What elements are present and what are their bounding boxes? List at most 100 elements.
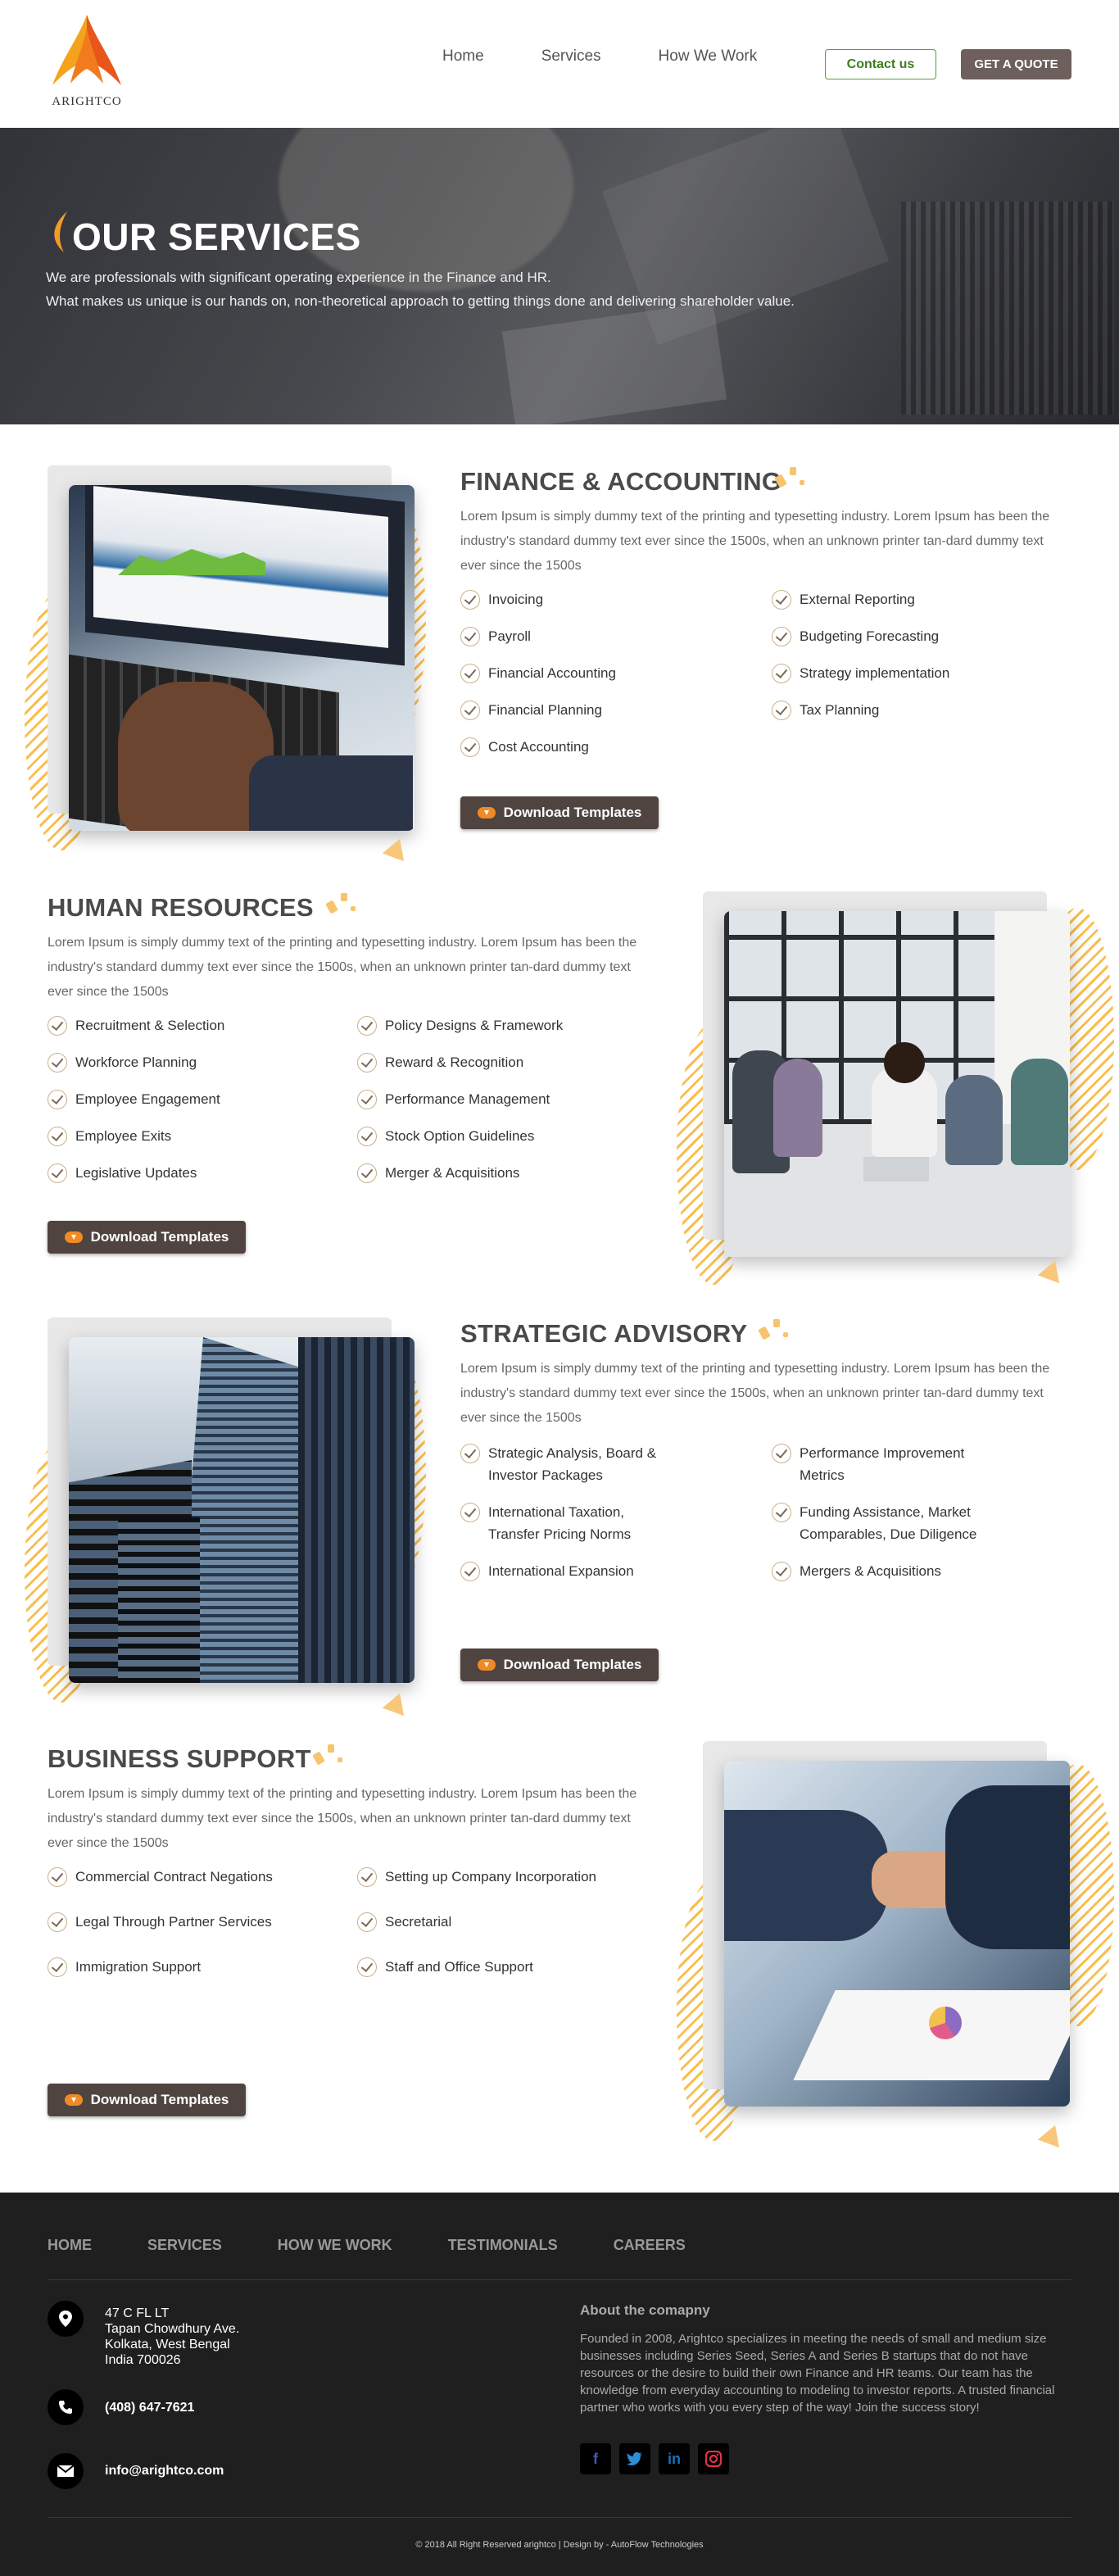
footer-phone[interactable]: (408) 647-7621 — [105, 2400, 194, 2415]
phone-icon — [48, 2389, 84, 2425]
hr-description: Lorem Ipsum is simply dummy text of the … — [48, 936, 637, 999]
list-item: Financial Planning — [460, 699, 772, 721]
check-icon — [357, 1127, 377, 1146]
list-item: Staff and Office Support — [357, 1956, 652, 1978]
list-item: International Taxation, Transfer Pricing… — [460, 1501, 772, 1545]
contact-us-button[interactable]: Contact us — [825, 49, 936, 79]
page-title: OUR SERVICES — [72, 215, 361, 258]
social-links: f in — [580, 2443, 737, 2474]
check-icon — [460, 1503, 480, 1522]
footer-nav-services[interactable]: SERVICES — [147, 2237, 222, 2254]
email-icon — [48, 2453, 84, 2489]
check-icon — [460, 627, 480, 646]
list-item: Employee Exits — [48, 1125, 357, 1147]
nav-services[interactable]: Services — [541, 48, 601, 66]
check-icon — [772, 627, 791, 646]
strategic-description: Lorem Ipsum is simply dummy text of the … — [460, 1362, 1050, 1425]
footer-address: 47 C FL LT Tapan Chowdhury Ave. Kolkata,… — [105, 2306, 240, 2367]
check-icon — [772, 1562, 791, 1581]
finance-image — [69, 485, 415, 831]
footer-nav-how-we-work[interactable]: HOW WE WORK — [278, 2237, 392, 2254]
check-icon — [48, 1127, 67, 1146]
about-text: Founded in 2008, Arightco specializes in… — [580, 2332, 1055, 2415]
footer-nav-home[interactable]: HOME — [48, 2237, 92, 2254]
check-icon — [357, 1090, 377, 1109]
business-description: Lorem Ipsum is simply dummy text of the … — [48, 1787, 637, 1850]
strategic-download-button[interactable]: Download Templates — [460, 1649, 659, 1681]
list-item: Budgeting Forecasting — [772, 625, 1067, 647]
swoosh-icon — [54, 211, 67, 252]
footer-nav-careers[interactable]: CAREERS — [614, 2237, 686, 2254]
check-icon — [772, 590, 791, 610]
check-icon — [357, 1957, 377, 1977]
finance-download-button[interactable]: Download Templates — [460, 796, 659, 829]
instagram-icon[interactable] — [698, 2443, 729, 2474]
cloud-download-icon — [477, 807, 496, 819]
list-item: Cost Accounting — [460, 736, 772, 758]
list-item: Workforce Planning — [48, 1051, 357, 1073]
get-quote-button[interactable]: GET A QUOTE — [961, 49, 1071, 79]
list-item: Strategic Analysis, Board & Investor Pac… — [460, 1442, 772, 1486]
check-icon — [772, 701, 791, 720]
cloud-download-icon — [477, 1659, 496, 1671]
list-item: Performance Management — [357, 1088, 652, 1110]
finance-list: Invoicing External Reporting Payroll Bud… — [460, 588, 1067, 758]
list-item: Financial Accounting — [460, 662, 772, 684]
hr-section: HUMAN RESOURCES Lorem Ipsum is simply du… — [0, 850, 1119, 1285]
twitter-icon[interactable] — [619, 2443, 650, 2474]
strategic-image — [69, 1337, 415, 1683]
list-item: Legislative Updates — [48, 1162, 357, 1184]
list-item: Immigration Support — [48, 1956, 357, 1978]
list-item: Secretarial — [357, 1911, 652, 1933]
finance-description: Lorem Ipsum is simply dummy text of the … — [460, 510, 1050, 573]
check-icon — [48, 1912, 67, 1932]
site-footer: HOME SERVICES HOW WE WORK TESTIMONIALS C… — [0, 2193, 1119, 2576]
logo-text: ARIGHTCO — [52, 95, 122, 108]
footer-email[interactable]: info@arightco.com — [105, 2463, 224, 2478]
footer-nav: HOME SERVICES HOW WE WORK TESTIMONIALS C… — [48, 2237, 741, 2254]
business-section: BUSINESS SUPPORT Lorem Ipsum is simply d… — [0, 1715, 1119, 2186]
list-item: Funding Assistance, Market Comparables, … — [772, 1501, 1058, 1545]
location-pin-icon — [48, 2301, 84, 2337]
list-item: Legal Through Partner Services — [48, 1911, 357, 1933]
hero-line-2: What makes us unique is our hands on, no… — [46, 293, 795, 309]
business-download-button[interactable]: Download Templates — [48, 2084, 246, 2116]
cloud-download-icon — [64, 2094, 83, 2106]
footer-nav-testimonials[interactable]: TESTIMONIALS — [448, 2237, 558, 2254]
hero-line-1: We are professionals with significant op… — [46, 270, 551, 285]
strategic-section: STRATEGIC ADVISORY Lorem Ipsum is simply… — [0, 1277, 1119, 1717]
list-item: Strategy implementation — [772, 662, 1067, 684]
check-icon — [460, 664, 480, 683]
list-item: International Expansion — [460, 1560, 772, 1582]
check-icon — [357, 1016, 377, 1036]
strategic-title: STRATEGIC ADVISORY — [460, 1319, 748, 1348]
business-list: Commercial Contract Negations Setting up… — [48, 1866, 652, 1978]
list-item: Merger & Acquisitions — [357, 1162, 652, 1184]
about-heading: About the comapny — [580, 2302, 710, 2318]
hero-description: We are professionals with significant op… — [46, 265, 795, 313]
flame-logo-icon — [52, 15, 121, 85]
check-icon — [357, 1163, 377, 1183]
list-item: Payroll — [460, 625, 772, 647]
list-item: Tax Planning — [772, 699, 1067, 721]
list-item: Reward & Recognition — [357, 1051, 652, 1073]
brand-logo[interactable]: ARIGHTCO — [46, 13, 128, 113]
list-item: Setting up Company Incorporation — [357, 1866, 652, 1888]
check-icon — [460, 590, 480, 610]
list-item: Commercial Contract Negations — [48, 1866, 357, 1888]
check-icon — [460, 737, 480, 757]
check-icon — [460, 1562, 480, 1581]
footer-divider-bottom — [48, 2517, 1071, 2518]
check-icon — [48, 1016, 67, 1036]
finance-section: FINANCE & ACCOUNTING Lorem Ipsum is simp… — [0, 424, 1119, 862]
finance-title: FINANCE & ACCOUNTING — [460, 467, 782, 496]
check-icon — [460, 1444, 480, 1463]
list-item: Invoicing — [460, 588, 772, 610]
check-icon — [48, 1053, 67, 1073]
nav-how-we-work[interactable]: How We Work — [659, 48, 758, 66]
nav-home[interactable]: Home — [442, 48, 484, 66]
linkedin-icon[interactable]: in — [659, 2443, 690, 2474]
hr-download-button[interactable]: Download Templates — [48, 1221, 246, 1254]
facebook-icon[interactable]: f — [580, 2443, 611, 2474]
list-item: Recruitment & Selection — [48, 1014, 357, 1036]
